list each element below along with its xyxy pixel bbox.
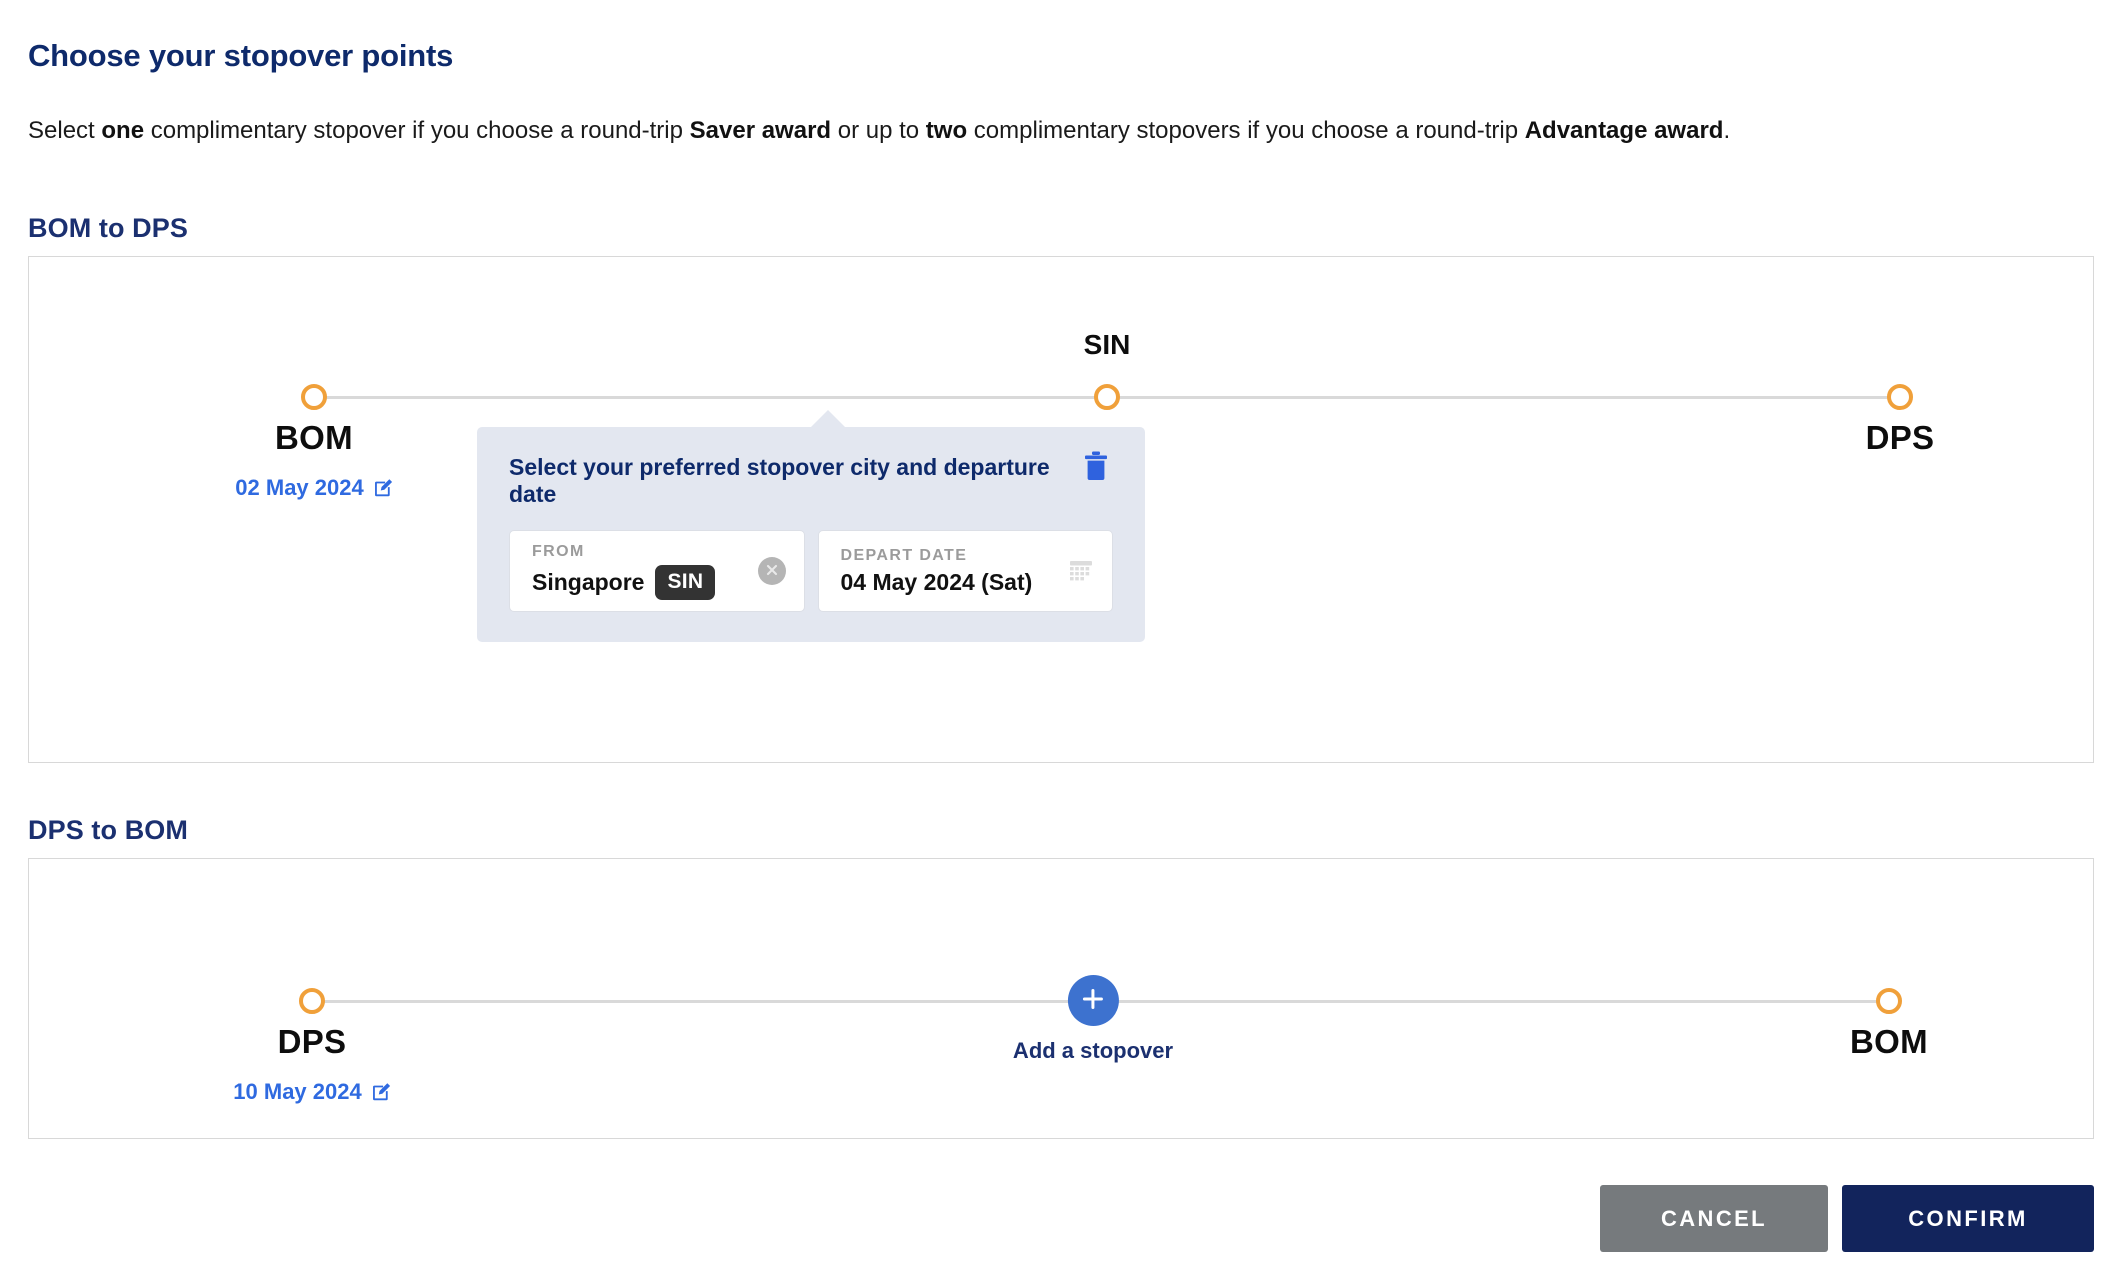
timeline-node-origin-return[interactable] — [299, 988, 325, 1014]
section-heading-outbound: BOM to DPS — [28, 213, 188, 243]
stopover-card-header: Select your preferred stopover city and … — [509, 451, 1113, 508]
from-field[interactable]: FROM Singapore SIN — [509, 530, 805, 612]
depart-date-value: 04 May 2024 (Sat) — [840, 568, 1033, 595]
section-heading-inbound: DPS to BOM — [28, 815, 188, 845]
origin-date-label-return: 10 May 2024 — [233, 1079, 362, 1104]
route-panel-inbound: DPS 10 May 2024 Add a stopover BOM — [28, 858, 2094, 1139]
stopover-code-label: SIN — [1083, 329, 1131, 360]
plus-icon — [1080, 986, 1106, 1015]
from-field-label: FROM — [532, 542, 585, 560]
clear-from-button[interactable] — [757, 557, 786, 585]
timeline-node-origin[interactable] — [301, 384, 327, 410]
depart-date-field[interactable]: DEPART DATE 04 May 2024 (Sat) — [817, 530, 1113, 612]
calendar-icon[interactable] — [1068, 558, 1094, 584]
timeline-node-destination-return[interactable] — [1876, 988, 1902, 1014]
add-stopover-control[interactable]: Add a stopover — [1013, 975, 1173, 1064]
from-airport-code-badge: SIN — [655, 564, 716, 600]
edit-pencil-icon[interactable] — [371, 1081, 393, 1103]
destination-code-label: DPS — [1865, 419, 1935, 456]
add-stopover-label: Add a stopover — [1012, 1038, 1174, 1063]
stopover-card-title: Select your preferred stopover city and … — [509, 454, 1050, 507]
page-title: Choose your stopover points — [28, 38, 454, 73]
from-field-value-row: Singapore SIN — [532, 564, 752, 600]
delete-stopover-button[interactable] — [1079, 451, 1113, 481]
page-subtitle: Select one complimentary stopover if you… — [28, 117, 1731, 144]
from-field-inner: FROM Singapore SIN — [532, 543, 752, 600]
depart-date-inner: DEPART DATE 04 May 2024 (Sat) — [841, 547, 1063, 596]
route-panel-outbound: BOM 02 May 2024 SIN DPS Select your pref… — [28, 256, 2094, 763]
stopover-selection-page: Choose your stopover points Select one c… — [0, 0, 2122, 1286]
origin-date-edit-return[interactable]: 10 May 2024 — [233, 1079, 392, 1105]
origin-date-edit[interactable]: 02 May 2024 — [235, 475, 394, 501]
timeline-node-destination[interactable] — [1887, 384, 1913, 410]
stopover-fields-row: FROM Singapore SIN DEPART DATE 04 May 20… — [509, 530, 1113, 612]
confirm-button[interactable]: CONFIRM — [1842, 1185, 2094, 1252]
depart-date-value-row: 04 May 2024 (Sat) — [841, 569, 1063, 596]
close-circle-icon — [764, 562, 780, 581]
origin-code-label-return: DPS — [277, 1023, 347, 1060]
edit-pencil-icon[interactable] — [373, 477, 395, 499]
add-stopover-button[interactable] — [1067, 975, 1119, 1026]
depart-date-label: DEPART DATE — [840, 546, 968, 564]
timeline-node-stopover[interactable] — [1094, 384, 1120, 410]
from-city-value: Singapore — [532, 568, 645, 595]
footer-actions: CANCEL CONFIRM — [1600, 1185, 2094, 1252]
destination-code-label-return: BOM — [1850, 1023, 1928, 1060]
stopover-editor-card: Select your preferred stopover city and … — [477, 410, 1145, 642]
cancel-button[interactable]: CANCEL — [1600, 1185, 1828, 1252]
origin-code-label: BOM — [275, 419, 353, 456]
trash-icon — [1083, 451, 1109, 484]
origin-date-label: 02 May 2024 — [235, 475, 364, 500]
